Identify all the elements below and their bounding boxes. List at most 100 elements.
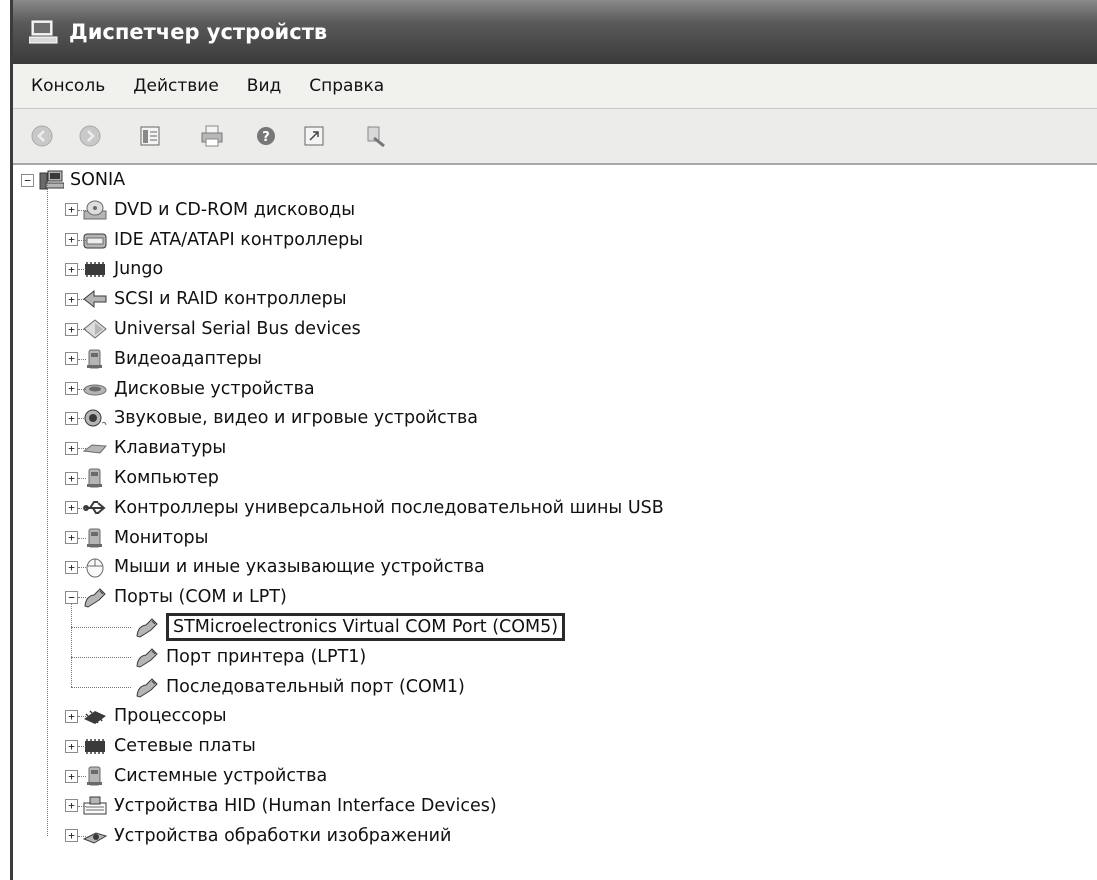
expand-toggle[interactable]: + xyxy=(65,739,78,753)
tree-category-6[interactable]: + Дисковые устройства xyxy=(65,374,315,404)
forward-icon[interactable] xyxy=(77,123,103,149)
expand-toggle[interactable]: + xyxy=(65,531,78,545)
tree-item-label: Системные устройства xyxy=(114,766,328,786)
expand-toggle[interactable]: + xyxy=(65,411,78,425)
tree-category-12[interactable]: + Мыши и иные указывающие устройства xyxy=(65,552,485,582)
tree-item-label: Мониторы xyxy=(114,527,209,548)
tree-device-13-0[interactable]: STMicroelectronics Virtual COM Port (COM… xyxy=(117,612,566,642)
expand-toggle[interactable]: + xyxy=(65,352,78,366)
tree-item-label: Мыши и иные указывающие устройства xyxy=(114,557,485,578)
menu-help[interactable]: Справка xyxy=(309,76,384,96)
tree-category-18[interactable]: + Устройства обработки изображений xyxy=(65,821,451,851)
tree-item-label: Дисковые устройства xyxy=(114,378,315,399)
tree-item-label: Jungo xyxy=(114,259,164,280)
window-title: Диспетчер устройств xyxy=(69,20,328,44)
print-icon[interactable] xyxy=(199,123,225,149)
toolbar: ? xyxy=(13,109,1097,165)
tree-connector-line xyxy=(78,716,86,718)
tree-connector-line xyxy=(78,507,86,509)
highlighted-device-label: STMicroelectronics Virtual COM Port (COM… xyxy=(166,613,566,641)
tree-device-13-1[interactable]: Порт принтера (LPT1) xyxy=(117,642,366,672)
tree-item-label: Процессоры xyxy=(114,706,227,727)
tree-item-label: Компьютер xyxy=(114,468,219,488)
tree-connector-line xyxy=(78,329,86,330)
port-icon xyxy=(134,645,160,669)
tree-item-label: Порты (COM и LPT) xyxy=(114,587,287,608)
tree-connector-line xyxy=(71,627,131,628)
tree-category-15[interactable]: + Сетевые платы xyxy=(65,731,256,761)
expand-toggle[interactable]: + xyxy=(65,769,78,783)
tree-category-4[interactable]: + Universal Serial Bus devices xyxy=(65,314,361,344)
root-computer-icon xyxy=(38,168,64,192)
menu-console[interactable]: Консоль xyxy=(31,76,105,96)
tree-device-13-2[interactable]: Последовательный порт (COM1) xyxy=(117,672,465,702)
properties-icon[interactable] xyxy=(137,123,163,149)
tree-item-label: Контроллеры универсальной последовательн… xyxy=(114,497,664,518)
tree-connector-line xyxy=(78,209,86,211)
expand-toggle[interactable]: + xyxy=(65,471,78,485)
tree-connector-line xyxy=(47,185,48,836)
tree-item-label: IDE ATA/ATAPI контроллеры xyxy=(114,229,364,250)
title-bar[interactable]: Диспетчер устройств xyxy=(13,0,1097,64)
tree-category-0[interactable]: + DVD и CD-ROM дисководы xyxy=(65,195,355,225)
tree-category-7[interactable]: + Звуковые, видео и игровые устройства xyxy=(65,403,478,433)
expand-toggle[interactable]: + xyxy=(65,233,78,247)
back-icon[interactable] xyxy=(29,123,55,149)
tree-connector-line xyxy=(78,537,86,539)
tree-category-11[interactable]: + Мониторы xyxy=(65,523,208,553)
collapse-toggle[interactable]: − xyxy=(65,590,78,604)
expand-toggle[interactable]: + xyxy=(65,322,78,336)
tree-category-5[interactable]: + Видеоадаптеры xyxy=(65,344,262,374)
tree-root-sonia[interactable]: − SONIA xyxy=(21,165,125,195)
tree-connector-line xyxy=(78,478,86,479)
expand-toggle[interactable]: + xyxy=(65,709,78,723)
tree-item-label: Звуковые, видео и игровые устройства xyxy=(114,408,479,429)
collapse-toggle[interactable]: − xyxy=(21,173,34,187)
expand-toggle[interactable]: + xyxy=(65,799,78,813)
tree-item-label: Сетевые платы xyxy=(114,736,256,757)
scan-hardware-icon[interactable] xyxy=(363,123,389,149)
tree-item-label: Последовательный порт (COM1) xyxy=(166,676,465,697)
console-tree-icon[interactable] xyxy=(301,123,327,149)
tree-connector-line xyxy=(78,269,86,271)
tree-category-9[interactable]: + Компьютер xyxy=(65,463,219,493)
tree-connector-line xyxy=(78,418,86,420)
expand-toggle[interactable]: + xyxy=(65,560,78,574)
tree-connector-line xyxy=(78,805,86,807)
expand-toggle[interactable]: + xyxy=(65,292,78,306)
tree-item-label: Устройства обработки изображений xyxy=(114,825,452,846)
port-icon xyxy=(134,675,160,699)
tree-item-label: SCSI и RAID контроллеры xyxy=(114,289,347,310)
menu-view[interactable]: Вид xyxy=(247,76,281,96)
tree-connector-line xyxy=(78,597,86,599)
port-icon xyxy=(134,615,160,639)
tree-item-label: Устройства HID (Human Interface Devices) xyxy=(114,795,497,816)
tree-category-14[interactable]: + Процессоры xyxy=(65,701,227,731)
device-manager-window: Диспетчер устройств Консоль Действие Вид… xyxy=(10,0,1097,880)
tree-category-3[interactable]: + SCSI и RAID контроллеры xyxy=(65,284,347,314)
tree-category-13[interactable]: − Порты (COM и LPT) xyxy=(65,582,287,612)
expand-toggle[interactable]: + xyxy=(65,382,78,396)
tree-category-1[interactable]: + IDE ATA/ATAPI контроллеры xyxy=(65,225,363,255)
expand-toggle[interactable]: + xyxy=(65,501,78,515)
menu-action[interactable]: Действие xyxy=(133,76,219,96)
tree-item-label: Порт принтера (LPT1) xyxy=(166,646,367,667)
tree-category-10[interactable]: + Контроллеры универсальной последователь… xyxy=(65,493,664,523)
tree-connector-line xyxy=(71,604,72,687)
tree-connector-line xyxy=(78,776,86,777)
tree-category-16[interactable]: + Системные устройства xyxy=(65,761,327,791)
tree-item-label: Клавиатуры xyxy=(114,438,227,459)
tree-connector-line xyxy=(71,656,131,658)
expand-toggle[interactable]: + xyxy=(65,203,78,217)
tree-category-8[interactable]: + Клавиатуры xyxy=(65,433,226,463)
tree-connector-line xyxy=(78,835,86,837)
tree-connector-line xyxy=(78,299,86,301)
tree-item-label: Видеоадаптеры xyxy=(114,348,262,369)
tree-category-17[interactable]: + Устройства HID (Human Interface Devices… xyxy=(65,791,497,821)
svg-text:?: ? xyxy=(262,130,270,145)
expand-toggle[interactable]: + xyxy=(65,441,78,455)
menu-bar: Консоль Действие Вид Справка xyxy=(13,64,1097,109)
expand-toggle[interactable]: + xyxy=(65,262,78,276)
help-icon[interactable]: ? xyxy=(253,123,279,149)
expand-toggle[interactable]: + xyxy=(65,829,78,843)
